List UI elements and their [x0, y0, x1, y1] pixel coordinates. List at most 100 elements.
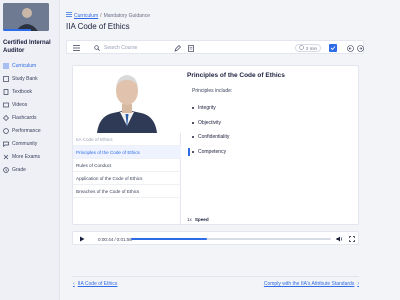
audio-player: 0:00:44 / 0:01:56: [72, 231, 359, 245]
slide-bullet-current: Competency: [188, 148, 226, 156]
sidebar-item-label: Flashcards: [12, 115, 37, 121]
page-title: IIA Code of Ethics: [66, 22, 130, 31]
outline-item-application[interactable]: Application of the Code of Ethics: [73, 172, 181, 185]
toolbar: Search Course 2 min: [66, 40, 364, 54]
current-bullet-marker: [188, 148, 190, 156]
sidebar-item-performance[interactable]: Performance: [3, 126, 41, 136]
slide-bullet: Objectivity: [192, 120, 221, 126]
outline-item-principles[interactable]: Principles of the Code of Ethics: [73, 146, 181, 159]
search-icon: [93, 41, 101, 55]
outline-header: IIA Code of Ethics: [73, 133, 181, 146]
arrow-left-circle-icon: [346, 44, 354, 52]
highlight-icon[interactable]: [173, 41, 181, 55]
presenter-image: [73, 66, 181, 133]
exam-icon: [3, 154, 9, 160]
speed-label: Speed: [194, 217, 209, 222]
arrow-right-circle-icon: [356, 44, 364, 52]
search-placeholder: Search Course: [104, 45, 138, 51]
next-lesson-label: Comply with the IIA's Attribute Standard…: [263, 281, 355, 287]
bullet-dot-icon: [192, 151, 194, 153]
sidebar-item-grade[interactable]: Grade: [3, 165, 26, 175]
slide-bullet: Confidentiality: [192, 134, 229, 140]
course-progress-bar: [3, 29, 31, 31]
sidebar-item-study-bank[interactable]: Study Bank: [3, 74, 38, 84]
sidebar-item-videos[interactable]: Videos: [3, 100, 27, 110]
sidebar-item-label: More Exams: [12, 154, 41, 160]
breadcrumb: Curriculum / Mandatory Guidance: [66, 12, 150, 19]
fullscreen-button[interactable]: [347, 232, 356, 246]
speed-control[interactable]: 1x Speed: [187, 217, 209, 222]
chevron-left-icon: ‹: [73, 281, 75, 287]
clock-icon: [299, 45, 304, 51]
previous-lesson-label: IIA Code of Ethics: [77, 281, 118, 287]
duration: 0:01:56: [116, 236, 132, 242]
sidebar-item-textbook[interactable]: Textbook: [3, 87, 32, 97]
course-thumbnail[interactable]: [3, 3, 49, 31]
grade-icon: [3, 167, 9, 173]
sidebar-item-label: Community: [12, 141, 38, 147]
sidebar: Certified Internal Auditor Curriculum St…: [0, 0, 60, 300]
book-icon: [3, 89, 9, 95]
sidebar-item-label: Performance: [12, 128, 41, 134]
check-icon: [330, 46, 336, 51]
bullet-text: Confidentiality: [198, 134, 230, 140]
current-time: 0:00:44: [98, 236, 114, 242]
time-estimate-chip: 2 min: [295, 44, 322, 52]
seek-bar-progress: [131, 238, 207, 240]
lesson-left-pane: IIA Code of Ethics Principles of the Cod…: [73, 66, 181, 226]
previous-lesson-link[interactable]: ‹ IIA Code of Ethics: [73, 281, 117, 287]
bullet-text: Objectivity: [198, 120, 222, 126]
course-title: Certified Internal Auditor: [3, 40, 51, 54]
volume-icon: [336, 236, 343, 242]
sidebar-item-label: Videos: [12, 102, 28, 108]
breadcrumb-icon: [66, 12, 72, 19]
flashcard-icon: [3, 115, 9, 121]
search-input[interactable]: Search Course: [104, 41, 164, 55]
time-separator: /: [114, 236, 116, 242]
video-frame[interactable]: [73, 66, 181, 133]
sidebar-item-more-exams[interactable]: More Exams: [3, 152, 40, 162]
chat-icon: [3, 141, 9, 147]
bullet-dot-icon: [192, 122, 194, 124]
sidebar-item-community[interactable]: Community: [3, 139, 37, 149]
breadcrumb-link-curriculum[interactable]: Curriculum: [74, 13, 98, 19]
sidebar-item-curriculum[interactable]: Curriculum: [3, 61, 36, 71]
sidebar-item-label: Study Bank: [12, 76, 38, 82]
lesson-outline: IIA Code of Ethics Principles of the Cod…: [73, 133, 181, 198]
time-estimate-label: 2 min: [306, 45, 318, 51]
lesson-content: IIA Code of Ethics Principles of the Cod…: [72, 65, 360, 226]
playback-time: 0:00:44 / 0:01:56: [98, 232, 132, 246]
slide-pane: Principles of the Code of Ethics Princip…: [182, 66, 360, 226]
previous-lesson-button[interactable]: [346, 41, 354, 55]
outline-item-breaches[interactable]: Breaches of the Code of Ethics: [73, 185, 181, 198]
bullet-dot-icon: [192, 107, 194, 109]
sidebar-item-label: Grade: [12, 167, 26, 173]
sidebar-item-flashcards[interactable]: Flashcards: [3, 113, 36, 123]
play-icon: [80, 236, 85, 242]
slide-intro: Principles include:: [192, 88, 233, 94]
breadcrumb-separator: /: [100, 12, 102, 19]
bullet-text: Integrity: [198, 105, 216, 111]
seek-bar[interactable]: [131, 238, 331, 240]
chevron-right-icon: ›: [357, 281, 359, 287]
list-icon: [3, 63, 9, 69]
next-lesson-button[interactable]: [356, 41, 364, 55]
layers-icon: [3, 76, 9, 82]
next-lesson-link[interactable]: Comply with the IIA's Attribute Standard…: [264, 281, 359, 287]
outline-item-rules[interactable]: Rules of Conduct: [73, 159, 181, 172]
person-icon: [3, 3, 49, 31]
bullet-dot-icon: [192, 136, 194, 138]
sidebar-item-label: Curriculum: [12, 63, 37, 69]
slide-bullet: Integrity: [192, 105, 216, 111]
chart-icon: [3, 128, 9, 134]
complete-checkbox[interactable]: [329, 44, 337, 52]
play-button[interactable]: [77, 232, 87, 246]
slide-title: Principles of the Code of Ethics: [187, 72, 285, 79]
speed-value: 1x: [187, 217, 192, 222]
video-icon: [3, 102, 9, 108]
sidebar-item-label: Textbook: [12, 89, 33, 95]
menu-icon[interactable]: [71, 41, 81, 55]
volume-button[interactable]: [335, 232, 344, 246]
notes-icon[interactable]: [187, 41, 195, 55]
breadcrumb-current: Mandatory Guidance: [103, 12, 150, 19]
